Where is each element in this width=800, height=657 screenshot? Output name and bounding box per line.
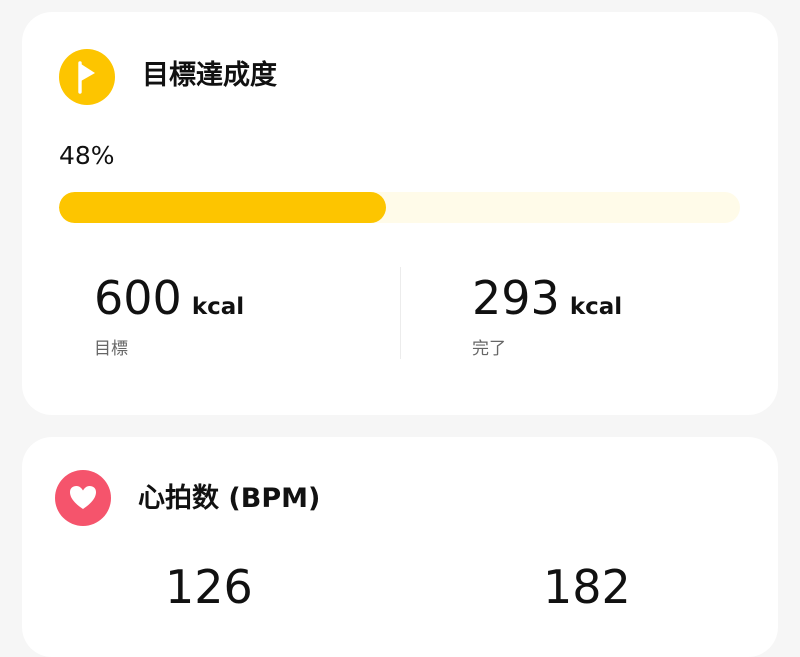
completed-calories-stat: 293 kcal 完了 [472,270,622,361]
progress-percent-label: 48% [59,141,115,170]
completed-calories-label: 完了 [472,339,506,359]
goal-calories-value: 600 [94,271,182,325]
heart-rate-value-1: 126 [165,560,253,614]
heart-icon [55,470,111,526]
goal-achievement-card: 目標達成度 48% 600 kcal 目標 293 kcal 完了 [22,12,778,415]
flag-icon [59,49,115,105]
heart-rate-title: 心拍数 (BPM) [138,483,321,514]
heart-rate-card: 心拍数 (BPM) 126 182 [22,437,778,657]
heart-rate-value-2: 182 [543,560,631,614]
stats-divider [400,267,401,359]
completed-calories-value: 293 [472,271,560,325]
goal-card-title: 目標達成度 [142,60,277,91]
goal-calories-label: 目標 [94,339,128,359]
goal-calories-unit: kcal [191,294,245,320]
progress-bar-track [59,192,740,223]
goal-calories-stat: 600 kcal 目標 [94,270,244,361]
progress-bar-fill [59,192,386,223]
completed-calories-unit: kcal [569,294,623,320]
